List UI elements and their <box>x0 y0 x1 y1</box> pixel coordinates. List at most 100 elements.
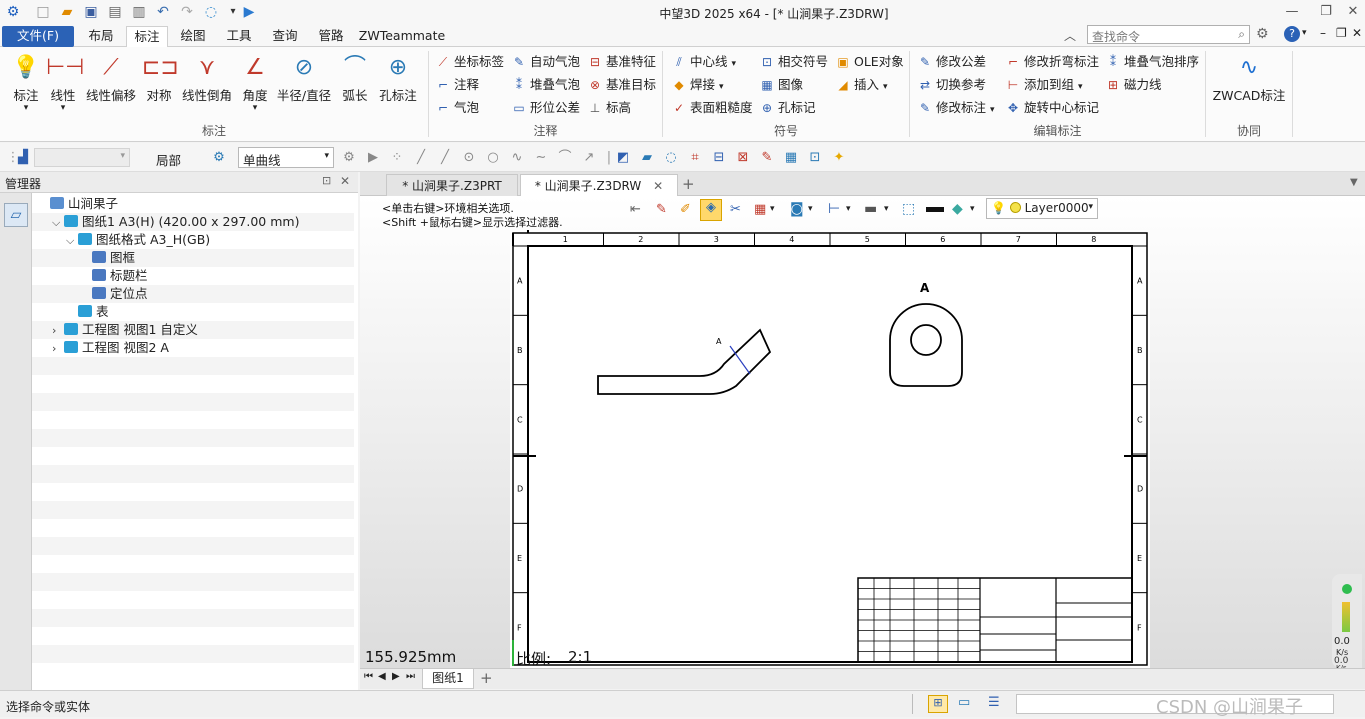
modify-tolerance-button[interactable]: ✎ 修改公差 <box>916 52 986 72</box>
display-icon[interactable]: ◙ <box>790 201 804 217</box>
doc-restore-button[interactable]: ❐ <box>1336 26 1347 40</box>
background-icon[interactable]: ▬ <box>864 201 877 217</box>
restore-button[interactable]: ❐ <box>1316 2 1336 22</box>
tree-item[interactable]: 标题栏 <box>32 267 354 285</box>
display-mode-icon[interactable]: ▭ <box>958 695 970 710</box>
angle-dropdown-icon[interactable]: ▾ <box>238 104 272 113</box>
file-menu[interactable]: 文件(F) <box>2 26 74 47</box>
curve-type-select[interactable]: 单曲线 ▾ <box>238 147 334 168</box>
intersection-symbol-button[interactable]: ⊡ 相交符号 <box>758 52 828 72</box>
stacked-balloon-button[interactable]: ⁑ 堆叠气泡 <box>510 75 580 95</box>
doc-tab-part[interactable]: * 山涧果子.Z3PRT <box>386 174 518 196</box>
drawing-canvas[interactable]: <单击右键>环境相关选项. <Shift +鼠标右键>显示选择过滤器. ⇤ ✎ … <box>360 196 1365 672</box>
add-to-group-button[interactable]: ⊢ 添加到组 ▾ <box>1004 75 1083 95</box>
note-button[interactable]: ⌐ 注释 <box>434 75 479 95</box>
tree-item[interactable]: 图框 <box>32 249 354 267</box>
hole-dimension-button[interactable]: ⊕ 孔标注 <box>376 51 420 111</box>
exit-icon[interactable]: ⇤ <box>630 202 641 217</box>
first-sheet-icon[interactable]: ⏮ <box>364 671 373 682</box>
stacked-balloon-sort-button[interactable]: ⁑ 堆叠气泡排序 <box>1104 52 1199 72</box>
view-filter9-icon[interactable]: ⊡ <box>806 149 824 167</box>
datum-target-button[interactable]: ⊗ 基准目标 <box>586 75 656 95</box>
tab-zwteammate[interactable]: ZWTeammate <box>358 26 446 47</box>
image-button[interactable]: ▦ 图像 <box>758 75 803 95</box>
curve-icon[interactable]: ∼ <box>532 149 550 167</box>
switch-reference-button[interactable]: ⇄ 切换参考 <box>916 75 986 95</box>
points-icon[interactable]: ⁘ <box>388 149 406 167</box>
tab-layout[interactable]: 布局 <box>80 26 122 47</box>
tree-item[interactable]: ⌵ 图纸1 A3(H) (420.00 x 297.00 mm) <box>32 213 354 231</box>
display-dropdown-icon[interactable]: ▾ <box>808 204 813 214</box>
insert-button[interactable]: ◢ 插入 ▾ <box>834 75 888 95</box>
modify-dimension-button[interactable]: ✎ 修改标注 ▾ <box>916 98 995 118</box>
render-mode-icon[interactable]: ◈ <box>700 199 722 221</box>
insert-dropdown-icon[interactable]: ▾ <box>883 82 888 92</box>
surface-roughness-button[interactable]: ✓ 表面粗糙度 <box>670 98 753 118</box>
tab-draw[interactable]: 绘图 <box>172 26 214 47</box>
expand-chevron-icon[interactable]: ⌵ <box>66 232 78 250</box>
symmetric-button[interactable]: ⊏⊐ 对称 <box>142 51 179 111</box>
view-filter1-icon[interactable]: ◩ <box>614 149 632 167</box>
command-search-input[interactable]: 查找命令 ⌕ <box>1087 25 1250 44</box>
layer-stack-dropdown-icon[interactable]: ▾ <box>970 204 975 214</box>
linear-button[interactable]: ⊢⊣ 线性 ▾ <box>46 51 84 113</box>
datum-feature-button[interactable]: ⊟ 基准特征 <box>586 52 656 72</box>
background-dropdown-icon[interactable]: ▾ <box>884 204 889 214</box>
filter-icon[interactable]: ▟ <box>14 149 32 167</box>
elevation-button[interactable]: ⊥ 标高 <box>586 98 631 118</box>
pick-settings-icon[interactable]: ⚙ <box>340 149 358 167</box>
magnetic-line-button[interactable]: ⊞ 磁力线 <box>1104 75 1162 95</box>
tab-tools[interactable]: 工具 <box>218 26 260 47</box>
spline-icon[interactable]: ∿ <box>508 149 526 167</box>
list-mode-icon[interactable]: ☰ <box>988 695 1000 710</box>
dimension-style-icon[interactable]: ⊢ <box>828 201 840 217</box>
collapse-chevron-icon[interactable]: › <box>52 340 64 358</box>
close-button[interactable]: ✕ <box>1343 2 1363 22</box>
last-sheet-icon[interactable]: ⏭ <box>406 671 415 682</box>
tab-inquire[interactable]: 查询 <box>264 26 306 47</box>
doc-minimize-button[interactable]: – <box>1320 26 1326 40</box>
tree-item[interactable]: 山涧果子 <box>32 195 354 213</box>
coordinate-mode-icon[interactable]: ⊞ <box>928 695 948 713</box>
ole-object-button[interactable]: ▣ OLE对象 <box>834 52 903 72</box>
help-icon[interactable]: ? <box>1284 26 1300 42</box>
view-filter7-icon[interactable]: ✎ <box>758 149 776 167</box>
modify-dimension-dropdown-icon[interactable]: ▾ <box>990 105 995 115</box>
linear-dropdown-icon[interactable]: ▾ <box>46 104 80 113</box>
tree-item[interactable]: › 工程图 视图1 自定义 <box>32 321 354 339</box>
collapse-ribbon-icon[interactable]: ︿ <box>1064 27 1076 44</box>
coordinate-label-button[interactable]: ⟋ 坐标标签 <box>434 52 504 72</box>
view-filter10-icon[interactable]: ✦ <box>830 149 848 167</box>
point-on-circle-icon[interactable]: ⊙ <box>460 149 478 167</box>
help-dropdown-icon[interactable]: ▾ <box>1302 28 1307 38</box>
view-filter2-icon[interactable]: ▰ <box>638 149 656 167</box>
play-icon[interactable]: ▶ <box>364 149 382 167</box>
manager-close-icon[interactable]: ✕ <box>340 174 350 188</box>
weld-button[interactable]: ◆ 焊接 ▾ <box>670 75 724 95</box>
pick-filter-icon[interactable]: ⚙ <box>210 149 228 167</box>
expand-chevron-icon[interactable]: ⌵ <box>52 214 64 232</box>
arc-length-button[interactable]: ⌒ 弧长 <box>338 51 372 111</box>
layer-select[interactable]: 💡 Layer0000 ▾ <box>986 198 1098 219</box>
auto-balloon-button[interactable]: ✎ 自动气泡 <box>510 52 580 72</box>
layer-stack-icon[interactable]: ◆ <box>952 201 963 217</box>
sheet-tab-1[interactable]: 图纸1 <box>422 669 474 689</box>
tab-list-dropdown-icon[interactable]: ▼ <box>1350 177 1358 188</box>
circle-icon[interactable]: ○ <box>484 149 502 167</box>
grid-dropdown-icon[interactable]: ▾ <box>770 204 775 214</box>
view-filter5-icon[interactable]: ⊟ <box>710 149 728 167</box>
centerline-button[interactable]: ⫽ 中心线 ▾ <box>670 52 736 72</box>
vector-icon[interactable]: ↗ <box>580 149 598 167</box>
manager-pin-icon[interactable]: ⊡ <box>322 174 331 187</box>
add-tab-icon[interactable]: + <box>682 175 695 193</box>
doc-tab-drawing[interactable]: * 山涧果子.Z3DRW ✕ <box>520 174 678 196</box>
prev-sheet-icon[interactable]: ◀ <box>378 671 386 682</box>
weld-dropdown-icon[interactable]: ▾ <box>719 82 724 92</box>
filter-type-select[interactable]: ▾ <box>34 148 130 167</box>
balloon-button[interactable]: ⌐ 气泡 <box>434 98 479 118</box>
collapse-chevron-icon[interactable]: › <box>52 322 64 340</box>
brush-icon[interactable]: ✐ <box>680 202 691 217</box>
doc-close-button[interactable]: ✕ <box>1352 26 1362 40</box>
scope-label[interactable]: 局部 <box>156 150 181 169</box>
centerline-dropdown-icon[interactable]: ▾ <box>732 59 737 69</box>
